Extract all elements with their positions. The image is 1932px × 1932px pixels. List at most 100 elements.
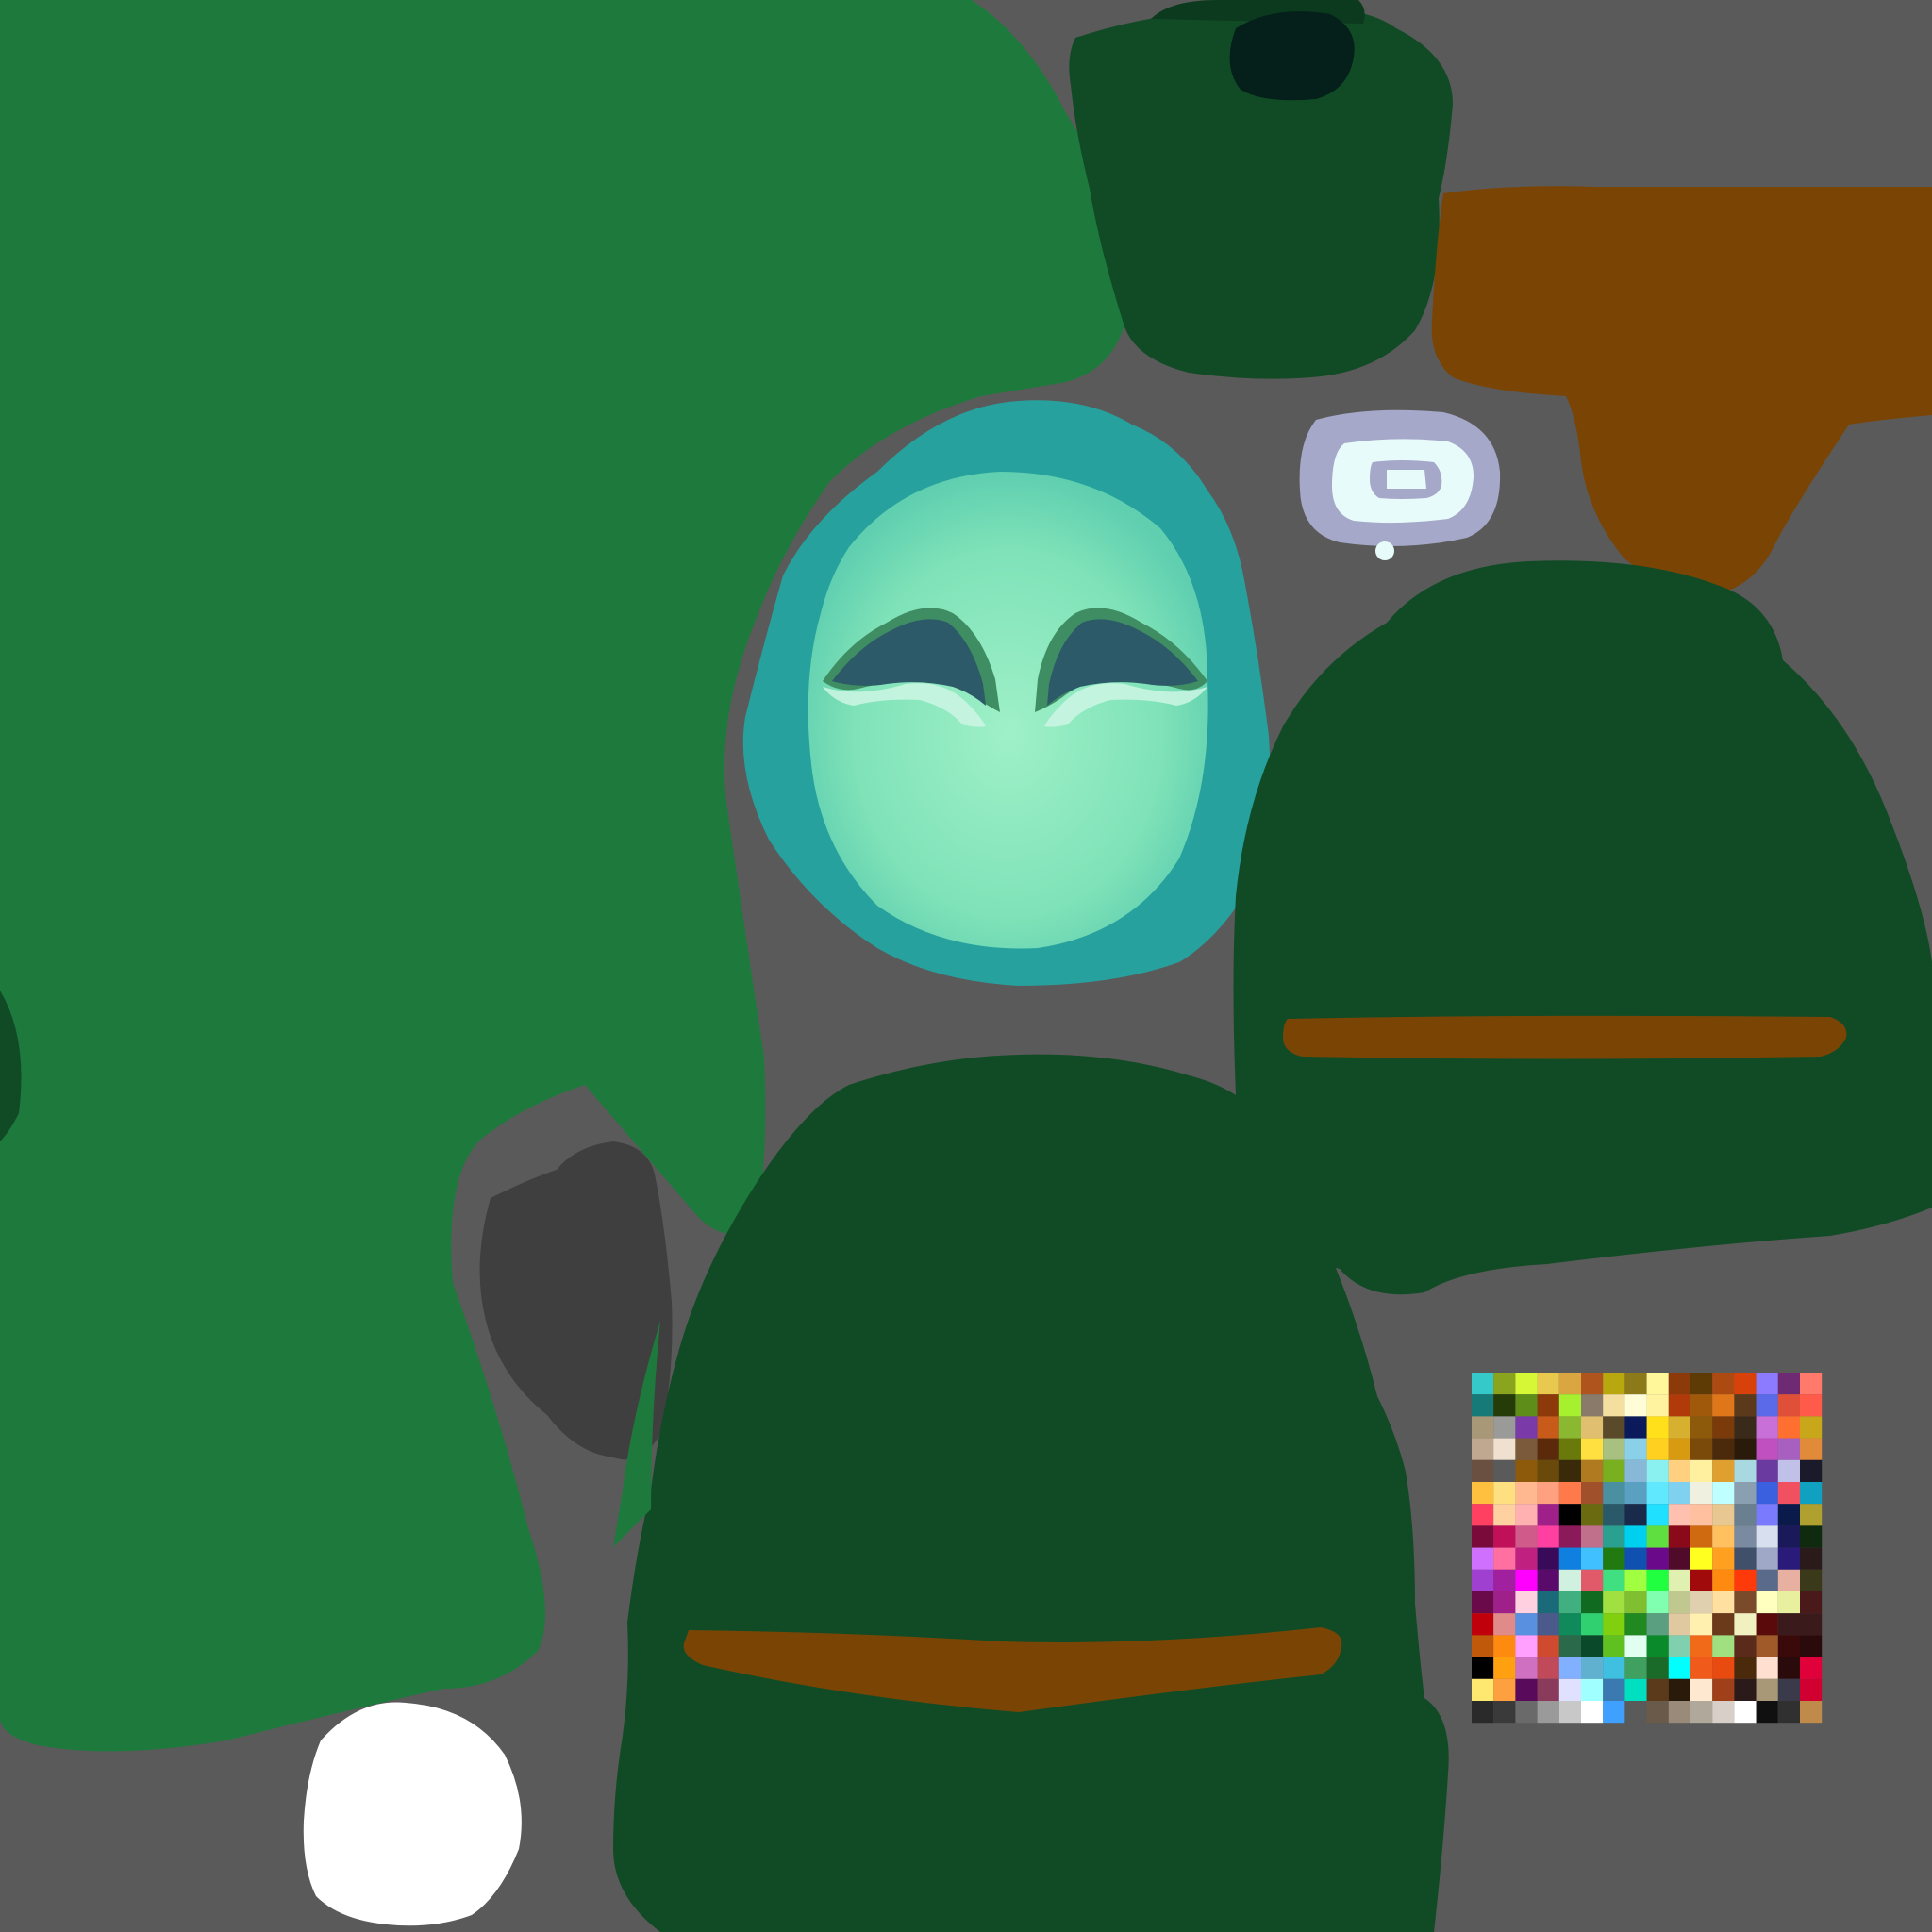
palette-swatch bbox=[1603, 1416, 1625, 1439]
palette-swatch bbox=[1558, 1416, 1581, 1439]
sleeve-brown-band bbox=[1283, 1015, 1847, 1059]
palette-swatch bbox=[1777, 1394, 1800, 1417]
palette-swatch bbox=[1472, 1438, 1494, 1460]
palette-swatch bbox=[1493, 1482, 1516, 1505]
palette-swatch bbox=[1624, 1678, 1647, 1701]
palette-swatch bbox=[1690, 1635, 1713, 1657]
palette-swatch bbox=[1624, 1525, 1647, 1548]
texture-atlas-canvas bbox=[0, 0, 1932, 1932]
palette-swatch bbox=[1734, 1678, 1757, 1701]
palette-swatch bbox=[1624, 1701, 1647, 1724]
palette-swatch bbox=[1603, 1678, 1625, 1701]
palette-swatch bbox=[1668, 1504, 1690, 1526]
palette-swatch bbox=[1668, 1657, 1690, 1679]
palette-swatch bbox=[1777, 1459, 1800, 1482]
palette-swatch bbox=[1493, 1678, 1516, 1701]
palette-swatch bbox=[1581, 1678, 1604, 1701]
ring-drip bbox=[1375, 541, 1394, 560]
palette-swatch bbox=[1734, 1525, 1757, 1548]
palette-swatch bbox=[1756, 1591, 1778, 1614]
palette-swatch bbox=[1603, 1482, 1625, 1505]
palette-swatch bbox=[1581, 1459, 1604, 1482]
palette-swatch bbox=[1515, 1438, 1538, 1460]
palette-swatch bbox=[1668, 1635, 1690, 1657]
palette-swatch bbox=[1800, 1373, 1823, 1395]
palette-swatch bbox=[1800, 1547, 1823, 1570]
palette-swatch bbox=[1690, 1459, 1713, 1482]
palette-swatch bbox=[1603, 1613, 1625, 1636]
palette-swatch bbox=[1515, 1657, 1538, 1679]
palette-swatch bbox=[1603, 1525, 1625, 1548]
palette-swatch bbox=[1777, 1416, 1800, 1439]
face-inner-glow bbox=[808, 472, 1208, 949]
palette-swatch bbox=[1712, 1701, 1735, 1724]
palette-swatch bbox=[1777, 1525, 1800, 1548]
palette-swatch bbox=[1734, 1591, 1757, 1614]
palette-swatch bbox=[1537, 1504, 1559, 1526]
palette-swatch bbox=[1581, 1394, 1604, 1417]
palette-swatch bbox=[1777, 1569, 1800, 1591]
palette-swatch bbox=[1734, 1482, 1757, 1505]
palette-swatch bbox=[1800, 1569, 1823, 1591]
palette-swatch bbox=[1777, 1504, 1800, 1526]
palette-swatch bbox=[1734, 1547, 1757, 1570]
palette-swatch bbox=[1515, 1459, 1538, 1482]
palette-swatch bbox=[1800, 1635, 1823, 1657]
palette-swatch bbox=[1712, 1459, 1735, 1482]
palette-swatch bbox=[1581, 1591, 1604, 1614]
palette-swatch bbox=[1558, 1635, 1581, 1657]
palette-swatch bbox=[1537, 1547, 1559, 1570]
palette-swatch bbox=[1800, 1701, 1823, 1724]
palette-swatch bbox=[1624, 1373, 1647, 1395]
palette-swatch bbox=[1558, 1482, 1581, 1505]
palette-swatch bbox=[1537, 1657, 1559, 1679]
palette-swatch bbox=[1515, 1416, 1538, 1439]
palette-swatch bbox=[1756, 1613, 1778, 1636]
palette-swatch bbox=[1777, 1701, 1800, 1724]
palette-swatch bbox=[1558, 1569, 1581, 1591]
palette-swatch bbox=[1537, 1701, 1559, 1724]
palette-swatch bbox=[1800, 1459, 1823, 1482]
palette-swatch bbox=[1777, 1635, 1800, 1657]
palette-swatch bbox=[1603, 1459, 1625, 1482]
palette-swatch bbox=[1756, 1678, 1778, 1701]
palette-swatch bbox=[1690, 1569, 1713, 1591]
palette-swatch bbox=[1777, 1678, 1800, 1701]
palette-swatch bbox=[1537, 1482, 1559, 1505]
palette-swatch bbox=[1668, 1591, 1690, 1614]
palette-swatch bbox=[1493, 1394, 1516, 1417]
palette-swatch bbox=[1515, 1482, 1538, 1505]
palette-swatch bbox=[1690, 1438, 1713, 1460]
palette-swatch bbox=[1515, 1373, 1538, 1395]
palette-swatch bbox=[1493, 1459, 1516, 1482]
palette-swatch bbox=[1756, 1438, 1778, 1460]
palette-swatch bbox=[1734, 1459, 1757, 1482]
palette-swatch bbox=[1537, 1613, 1559, 1636]
palette-swatch bbox=[1734, 1701, 1757, 1724]
palette-swatch bbox=[1756, 1504, 1778, 1526]
palette-swatch bbox=[1800, 1613, 1823, 1636]
palette-swatch bbox=[1493, 1547, 1516, 1570]
palette-swatch bbox=[1624, 1438, 1647, 1460]
palette-swatch bbox=[1646, 1438, 1669, 1460]
palette-swatch bbox=[1624, 1613, 1647, 1636]
palette-swatch bbox=[1734, 1394, 1757, 1417]
palette-swatch bbox=[1472, 1416, 1494, 1439]
palette-swatch bbox=[1777, 1591, 1800, 1614]
palette-swatch bbox=[1493, 1591, 1516, 1614]
palette-swatch bbox=[1690, 1547, 1713, 1570]
palette-swatch bbox=[1734, 1613, 1757, 1636]
palette-swatch bbox=[1603, 1373, 1625, 1395]
palette-swatch bbox=[1537, 1678, 1559, 1701]
palette-swatch bbox=[1515, 1701, 1538, 1724]
palette-swatch bbox=[1603, 1701, 1625, 1724]
palette-swatch bbox=[1646, 1678, 1669, 1701]
palette-swatch bbox=[1668, 1569, 1690, 1591]
palette-swatch bbox=[1756, 1525, 1778, 1548]
palette-swatch bbox=[1800, 1416, 1823, 1439]
palette-swatch bbox=[1624, 1482, 1647, 1505]
palette-swatch bbox=[1668, 1394, 1690, 1417]
palette-swatch bbox=[1624, 1591, 1647, 1614]
palette-swatch bbox=[1581, 1373, 1604, 1395]
palette-swatch bbox=[1581, 1416, 1604, 1439]
